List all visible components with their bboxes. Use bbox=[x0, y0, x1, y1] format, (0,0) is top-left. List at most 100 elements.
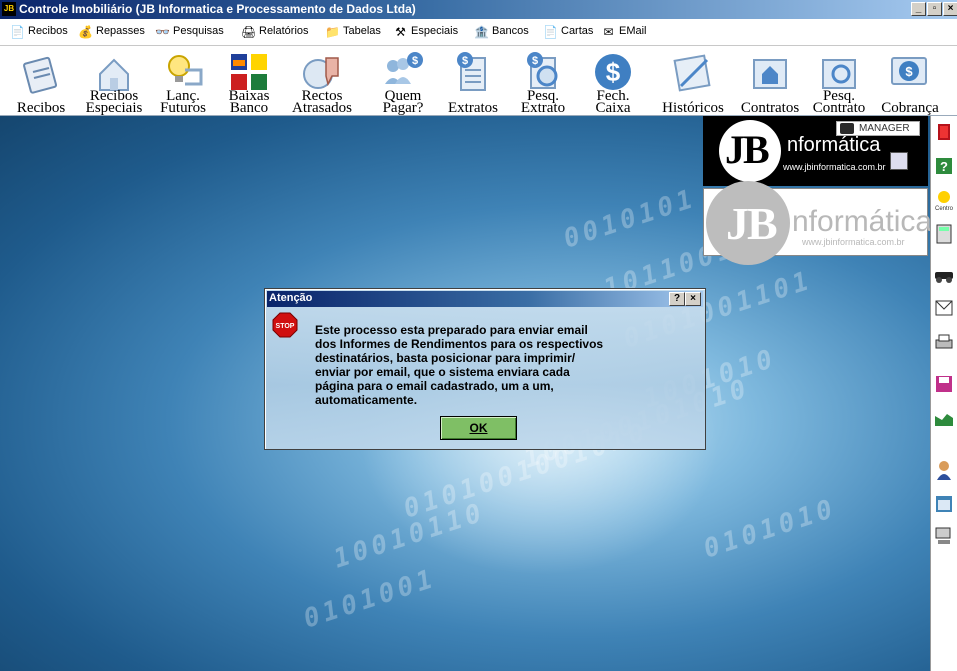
stop-label: STOP bbox=[276, 323, 295, 330]
computer-icon[interactable] bbox=[934, 526, 954, 546]
window-title: Controle Imobiliário (JB Informatica e P… bbox=[19, 2, 416, 16]
menu-especiais[interactable]: ⚒ Especiais bbox=[393, 25, 458, 41]
exit-icon[interactable] bbox=[934, 122, 954, 142]
calculator-icon[interactable] bbox=[934, 224, 954, 244]
menu-label: EMail bbox=[619, 25, 647, 37]
toolbar-baixas-banco-button[interactable]: Baixas Banco bbox=[218, 46, 280, 116]
toolbar-fech-caixa-button[interactable]: $ Fech. Caixa bbox=[582, 46, 644, 116]
menu-bancos[interactable]: 🏦 Bancos bbox=[474, 25, 529, 41]
lightbulb-icon bbox=[938, 191, 950, 203]
toolbar-contratos-button[interactable]: Contratos bbox=[736, 46, 804, 116]
printer-icon: 🖨 bbox=[241, 25, 257, 39]
user-badge[interactable]: MANAGER bbox=[836, 121, 920, 136]
toolbar-extratos-button[interactable]: $ Extratos bbox=[442, 46, 504, 116]
logo-brand: JB bbox=[726, 198, 778, 249]
bank-icon: 🏦 bbox=[474, 25, 489, 39]
binary-pattern: 0010101 bbox=[560, 183, 701, 255]
ok-button[interactable]: OK bbox=[440, 416, 517, 440]
toolbar-pesq-extrato-button[interactable]: $ Pesq. Extrato bbox=[512, 46, 574, 116]
menu-label: Especiais bbox=[411, 25, 459, 37]
toolbar-historicos-button[interactable]: Históricos bbox=[652, 46, 734, 116]
letter-icon: 📄 bbox=[543, 25, 558, 39]
menu-label: Recibos bbox=[28, 25, 68, 37]
help-icon[interactable]: ? bbox=[934, 156, 954, 176]
toolbar-rectos-atrasados-button[interactable]: Rectos Atrasados bbox=[286, 46, 358, 116]
contract-house-icon bbox=[753, 59, 787, 89]
app-logo-icon: JB bbox=[2, 2, 16, 16]
person-icon[interactable] bbox=[934, 460, 954, 480]
dialog-title: Atenção bbox=[269, 292, 313, 304]
logo-brand: JB bbox=[725, 127, 770, 172]
toolbar-label: Extratos bbox=[448, 100, 498, 116]
toolbar-label: Recibos Especiais bbox=[85, 88, 143, 116]
svg-text:$: $ bbox=[462, 55, 468, 67]
menu-bar: 📄 Recibos 💰 Repasses 👓 Pesquisas 🖨 Relatório… bbox=[0, 19, 957, 46]
svg-text:?: ? bbox=[940, 159, 948, 174]
company-logo-light: JB nformática www.jbinformatica.com.br bbox=[703, 181, 932, 265]
user-name: MANAGER bbox=[859, 123, 910, 134]
car-icon[interactable] bbox=[934, 264, 954, 284]
minimize-button[interactable]: _ bbox=[911, 2, 926, 16]
maximize-button[interactable]: ▫ bbox=[927, 2, 942, 16]
svg-text:$: $ bbox=[412, 55, 418, 67]
logo-url: www.jbinformatica.com.br bbox=[783, 162, 886, 172]
logo-name: nformática bbox=[792, 205, 933, 238]
binary-pattern: 0101001 bbox=[300, 563, 441, 635]
toolbar-label: Recibos bbox=[16, 100, 66, 116]
menu-repasses[interactable]: 💰 Repasses bbox=[78, 25, 145, 41]
folder-icon: 📁 bbox=[325, 25, 340, 39]
toolbar-label: Fech. Caixa bbox=[595, 88, 631, 116]
toolbar-label: Quem Pagar? bbox=[382, 88, 424, 116]
svg-text:$: $ bbox=[606, 57, 621, 87]
toolbar-label: Lanç. Futuros bbox=[160, 88, 206, 116]
menu-cartas[interactable]: 📄 Cartas bbox=[543, 25, 593, 41]
menu-relatorios[interactable]: 🖨 Relatórios bbox=[241, 25, 309, 41]
toolbar-quem-pagar-button[interactable]: $ Quem Pagar? bbox=[372, 46, 434, 116]
menu-pesquisas[interactable]: 👓 Pesquisas bbox=[155, 25, 224, 41]
money-icon: 💰 bbox=[78, 25, 93, 39]
binary-pattern: 0101010 bbox=[700, 493, 841, 565]
toolbar-recibos-button[interactable]: Recibos bbox=[10, 46, 72, 116]
toolbar: Recibos Recibos Especiais Lanç. Futuros … bbox=[0, 46, 957, 116]
title-bar[interactable]: JB Controle Imobiliário (JB Informatica … bbox=[0, 0, 957, 19]
toolbar-pesq-contrato-button[interactable]: Pesq. Contrato bbox=[808, 46, 870, 116]
binoculars-icon: 👓 bbox=[155, 25, 170, 39]
menu-label: Tabelas bbox=[343, 25, 381, 37]
calendar-icon[interactable] bbox=[934, 494, 954, 514]
stop-icon: STOP bbox=[272, 312, 298, 338]
document-icon: 📄 bbox=[10, 25, 25, 39]
center-icon[interactable]: Centro bbox=[934, 190, 954, 214]
toolbar-label: Pesq. Contrato bbox=[812, 88, 866, 116]
toolbar-label: Baixas Banco bbox=[228, 88, 270, 116]
dialog-help-button[interactable]: ? bbox=[669, 292, 685, 306]
dialog-message: Este processo esta preparado para enviar… bbox=[315, 323, 604, 407]
close-button[interactable]: × bbox=[943, 2, 957, 16]
menu-label: Relatórios bbox=[259, 25, 309, 37]
menu-recibos[interactable]: 📄 Recibos bbox=[10, 25, 68, 41]
toolbar-label: Contratos bbox=[740, 100, 800, 116]
toolbar-label: Pesq. Extrato bbox=[520, 88, 566, 116]
billing-icon: $ bbox=[891, 57, 927, 85]
dialog-close-button[interactable]: × bbox=[685, 292, 701, 306]
envelope-icon[interactable] bbox=[934, 298, 954, 318]
key-icon[interactable] bbox=[890, 152, 908, 170]
toolbar-label: Históricos bbox=[662, 100, 724, 116]
menu-tabelas[interactable]: 📁 Tabelas bbox=[325, 25, 381, 41]
toolbar-cobranca-button[interactable]: $ Cobrança bbox=[874, 46, 946, 116]
menu-email[interactable]: ✉ EMail bbox=[601, 25, 647, 41]
toolbar-label: Cobrança bbox=[881, 100, 939, 116]
history-icon bbox=[673, 54, 711, 92]
graph-icon[interactable] bbox=[934, 408, 954, 428]
printer-icon[interactable] bbox=[934, 332, 954, 352]
menu-label: Pesquisas bbox=[173, 25, 224, 37]
center-label: Centro bbox=[934, 206, 953, 212]
toolbar-lanc-futuros-button[interactable]: Lanç. Futuros bbox=[152, 46, 214, 116]
dialog-title-bar[interactable]: Atenção ? × bbox=[267, 291, 703, 307]
right-toolbar: ? Centro bbox=[930, 116, 957, 671]
logo-url: www.jbinformatica.com.br bbox=[802, 237, 905, 247]
toolbar-recibos-especiais-button[interactable]: Recibos Especiais bbox=[80, 46, 148, 116]
menu-label: Repasses bbox=[96, 25, 145, 37]
save-icon[interactable] bbox=[934, 374, 954, 394]
toolbar-label: Rectos Atrasados bbox=[292, 88, 352, 116]
menu-label: Cartas bbox=[561, 25, 594, 37]
